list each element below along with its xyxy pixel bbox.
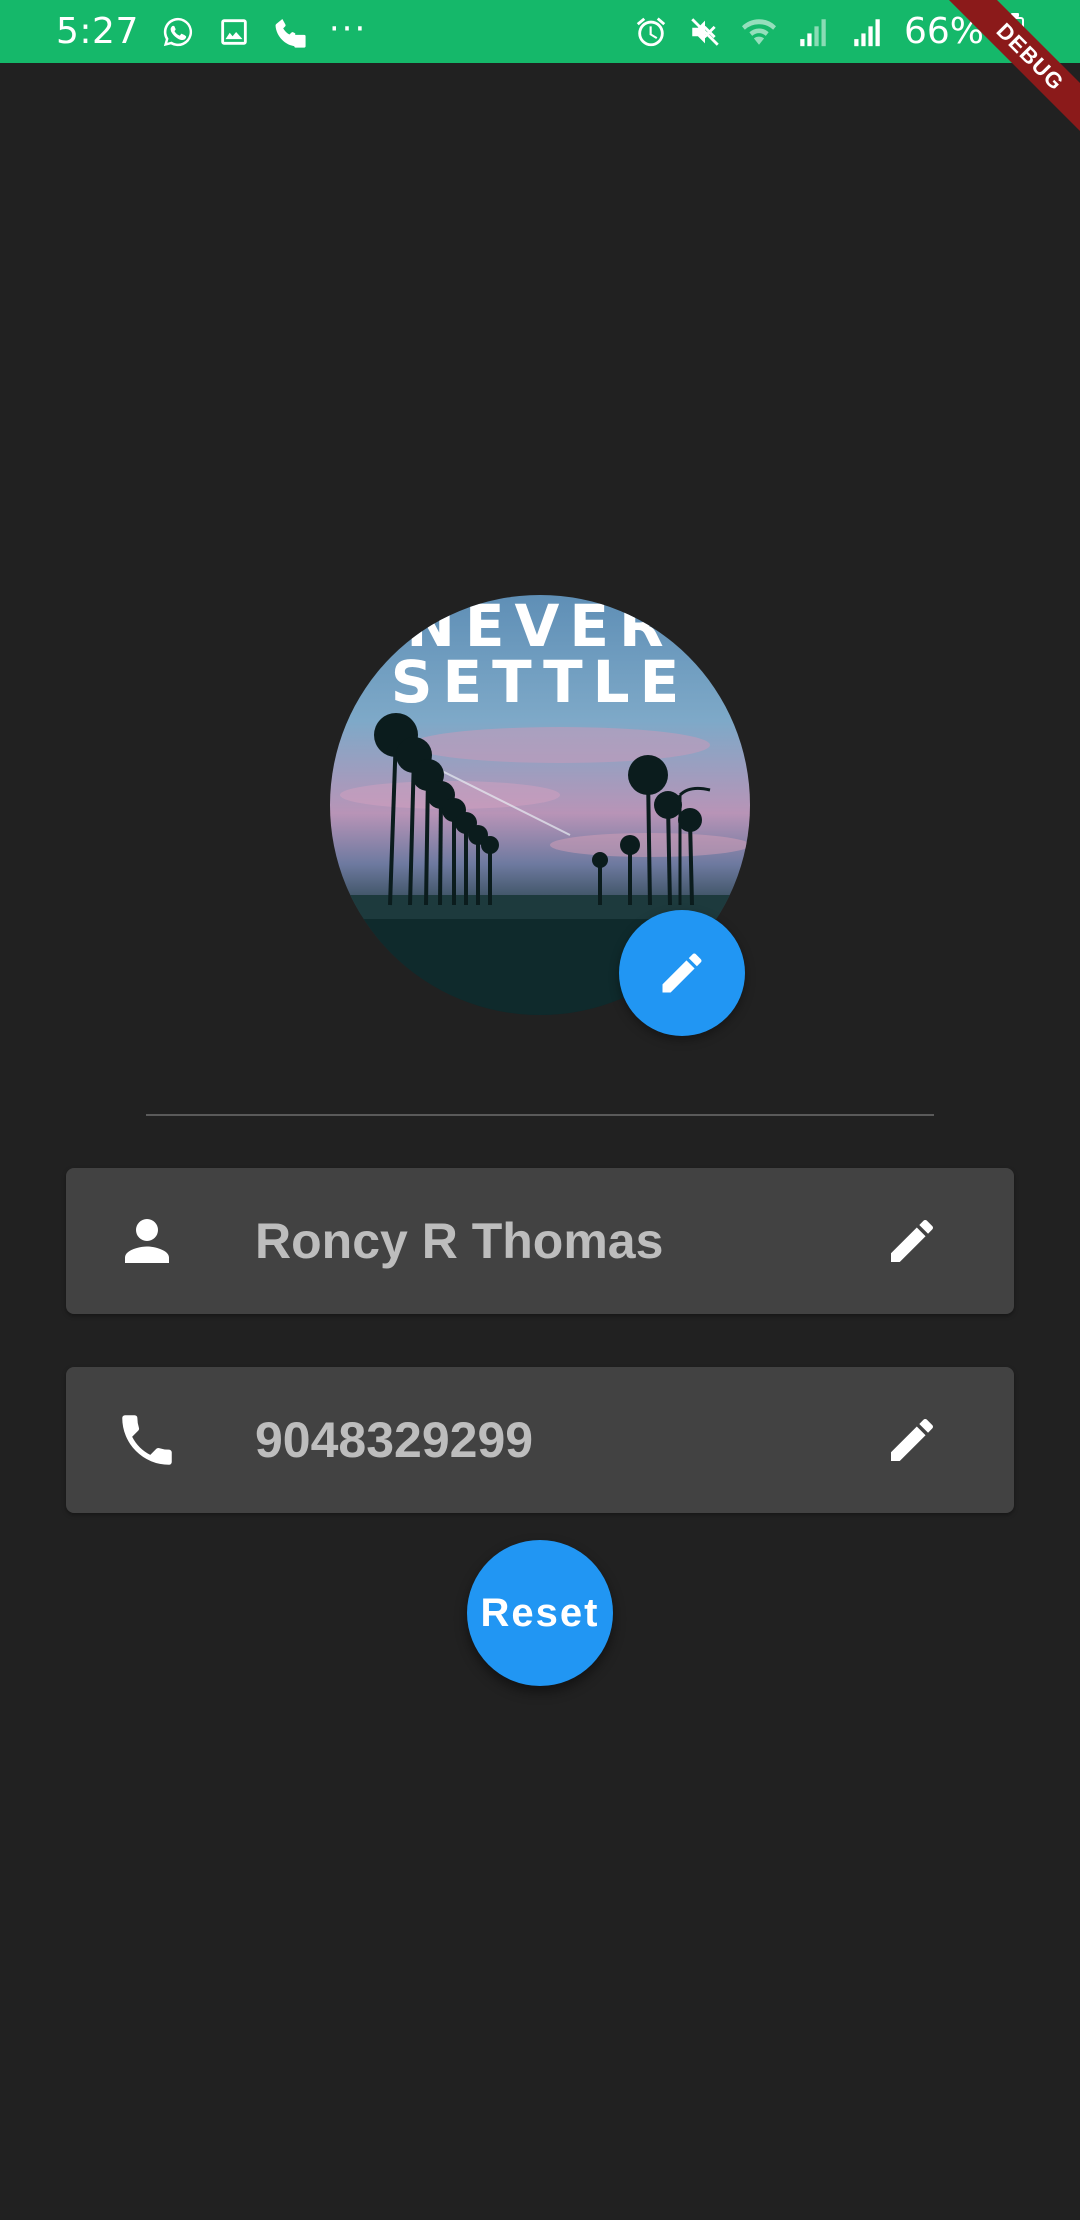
edit-name-button[interactable] — [884, 1213, 940, 1269]
person-icon — [114, 1208, 180, 1274]
avatar-text-line1: NEVER — [406, 595, 674, 660]
pencil-icon — [891, 1418, 934, 1461]
wifi-icon — [741, 15, 776, 49]
phone-field[interactable]: 9048329299 — [66, 1367, 1014, 1513]
gallery-icon — [217, 15, 251, 49]
pencil-icon — [662, 953, 702, 993]
signal-icon — [796, 15, 830, 49]
edit-avatar-button[interactable] — [619, 910, 745, 1036]
whatsapp-icon — [161, 15, 195, 49]
edit-phone-button[interactable] — [884, 1412, 940, 1468]
alarm-icon — [634, 15, 668, 49]
phone-icon — [114, 1407, 180, 1473]
status-bar: 5:27 ··· 66% — [0, 0, 1080, 63]
divider — [146, 1114, 934, 1116]
avatar-text-line2: SETTLE — [390, 648, 690, 716]
name-value: Roncy R Thomas — [255, 1213, 664, 1269]
mute-icon — [688, 15, 722, 49]
profile-screen: 5:27 ··· 66% DEBUG NEVER SETTLE Roncy R … — [0, 0, 1080, 2220]
pencil-icon — [891, 1219, 934, 1262]
name-field[interactable]: Roncy R Thomas — [66, 1168, 1014, 1314]
call-sim2-icon — [273, 15, 307, 49]
status-left: 5:27 ··· — [56, 11, 367, 52]
more-icon: ··· — [328, 8, 368, 49]
status-time: 5:27 — [56, 11, 139, 52]
phone-value: 9048329299 — [255, 1412, 534, 1468]
reset-button[interactable]: Reset — [467, 1540, 613, 1686]
signal-icon — [850, 15, 884, 49]
